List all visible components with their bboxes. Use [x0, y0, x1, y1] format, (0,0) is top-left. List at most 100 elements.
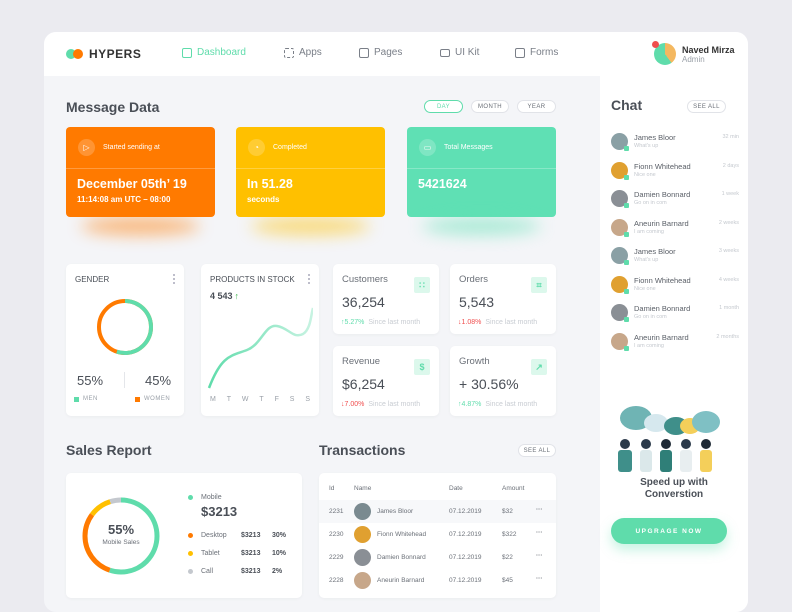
legend-call: Call $3213 2%: [188, 568, 282, 575]
clock-icon: ◔: [248, 139, 265, 156]
mobile-value: $3213: [201, 504, 238, 519]
table-row[interactable]: 2228 Aneurin Barnard 07.12.2019 $45 ···: [319, 569, 556, 592]
card-sub: 11:14:08 am UTC – 08:00: [77, 195, 171, 204]
logo-icon: [66, 49, 83, 59]
men-percent: 55%: [77, 373, 104, 388]
nav-dashboard[interactable]: Dashboard: [182, 47, 246, 58]
range-month-button[interactable]: MONTH: [471, 100, 509, 113]
forms-icon: [515, 47, 525, 58]
avatar: [611, 304, 629, 322]
day-tick: S: [305, 396, 310, 403]
cell-name: Fionn Whitehead: [377, 531, 427, 538]
gender-title: GENDER: [75, 275, 110, 284]
chat-name: Aneurin Barnard: [634, 218, 689, 228]
card-value: December 05th’ 19: [77, 177, 187, 191]
user-menu[interactable]: Naved Mirza Admin: [652, 41, 735, 65]
more-icon[interactable]: [173, 274, 176, 284]
products-stock-card: PRODUCTS IN STOCK 4 543 ↑ M T W T F S S: [201, 264, 319, 416]
chat-item[interactable]: Aneurin Barnard I am coming 2 months: [611, 331, 739, 353]
nav-apps[interactable]: Apps: [284, 47, 322, 58]
cell-name: Aneurin Barnard: [377, 577, 425, 584]
upgrade-now-button[interactable]: UPGRAGE NOW: [611, 518, 727, 544]
avatar: [354, 503, 371, 520]
chat-name: James Bloor: [634, 133, 676, 142]
chat-time: 2 weeks: [718, 219, 739, 226]
chat-time: 1 month: [719, 305, 739, 311]
cell-date: 07.12.2019: [449, 508, 482, 515]
chat-message: Go on in com: [634, 314, 667, 320]
stat-value: $6,254: [342, 376, 385, 392]
chat-item[interactable]: James Bloor What's up 32 min: [611, 131, 739, 153]
dashboard-window: HYPERS Dashboard Apps Pages UI Kit Forms…: [44, 32, 748, 612]
chat-item[interactable]: Damien Bonnard Go on in com 1 month: [611, 302, 739, 324]
table-row[interactable]: 2231 James Bloor 07.12.2019 $32 ···: [319, 500, 556, 523]
sparkline-path: [207, 307, 313, 389]
chat-item[interactable]: James Bloor What's up 3 weeks: [611, 245, 739, 267]
nav-label: Pages: [374, 47, 403, 58]
more-icon[interactable]: ···: [536, 575, 543, 582]
chat-name: Aneurin Barnard: [634, 332, 689, 342]
more-icon[interactable]: [308, 274, 311, 284]
stat-label: Orders: [459, 274, 489, 285]
col-header-date[interactable]: Date: [449, 485, 463, 492]
avatar: [611, 247, 629, 265]
table-row[interactable]: 2229 Damien Bonnard 07.12.2019 $22 ···: [319, 546, 556, 569]
user-avatar: [652, 41, 676, 65]
products-title: PRODUCTS IN STOCK: [210, 275, 295, 284]
avatar: [611, 133, 629, 151]
stat-label: Growth: [459, 356, 490, 367]
chat-item[interactable]: Aneurin Barnard I am coming 2 weeks: [611, 217, 739, 239]
chat-name: Damien Bonnard: [634, 304, 691, 313]
col-header-amount[interactable]: Amount: [502, 485, 524, 492]
top-navbar: HYPERS Dashboard Apps Pages UI Kit Forms…: [44, 32, 748, 76]
avatar: [611, 161, 629, 180]
users-icon: ∷: [414, 277, 430, 293]
main-content: Message Data DAY MONTH YEAR ▷ Started sen…: [44, 76, 600, 612]
day-tick: T: [226, 396, 232, 403]
col-header-name[interactable]: Name: [354, 485, 371, 492]
card-value: 5421624: [418, 177, 467, 191]
more-icon[interactable]: ···: [536, 552, 543, 559]
chat-title: Chat: [611, 97, 643, 113]
chat-message: Go on in com: [634, 200, 667, 206]
cell-id: 2229: [329, 554, 344, 561]
products-sparkline: [207, 307, 313, 389]
day-tick: F: [274, 396, 279, 403]
nav-uikit[interactable]: UI Kit: [440, 47, 479, 58]
chat-message: Nice one: [634, 171, 656, 178]
sales-center-label: Mobile Sales: [102, 539, 140, 546]
range-year-button[interactable]: YEAR: [517, 100, 556, 113]
cell-amount: $322: [502, 531, 517, 538]
cell-date: 07.12.2019: [449, 577, 482, 584]
growth-icon: ↗: [531, 359, 547, 375]
gender-donut: [97, 299, 153, 355]
nav-label: Apps: [299, 47, 322, 58]
table-row[interactable]: 2230 Fionn Whitehead 07.12.2019 $322 ···: [319, 523, 556, 546]
logo[interactable]: HYPERS: [66, 47, 141, 61]
chat-see-all-button[interactable]: SEE ALL: [687, 100, 726, 113]
nav-pages[interactable]: Pages: [359, 47, 402, 58]
more-icon[interactable]: ···: [536, 506, 543, 513]
arrow-up-icon: ↑: [234, 291, 240, 301]
chat-name: Fionn Whitehead: [634, 275, 691, 285]
stat-card-revenue: Revenue $ $6,254 ↓7.00% Since last month: [333, 346, 439, 416]
cell-name: Damien Bonnard: [377, 554, 426, 561]
more-icon[interactable]: ···: [536, 529, 543, 536]
cell-name: James Bloor: [377, 508, 414, 515]
range-day-button[interactable]: DAY: [424, 100, 463, 113]
chat-item[interactable]: Damien Bonnard Go on in com 1 week: [611, 188, 739, 210]
card-label: Started sending at: [103, 144, 160, 151]
legend-tablet: Tablet $3213 10%: [188, 550, 286, 557]
col-header-id[interactable]: Id: [329, 485, 334, 492]
chat-item[interactable]: Fionn Whitehead Nice one 2 days: [611, 160, 739, 182]
cell-amount: $45: [502, 577, 513, 584]
chat-item[interactable]: Fionn Whitehead Nice one 4 weeks: [611, 274, 739, 296]
transactions-see-all-button[interactable]: SEE ALL: [518, 444, 556, 457]
user-name: Naved Mirza: [682, 44, 735, 55]
arrow-up-icon: ↑4.87%: [458, 401, 482, 408]
arrow-down-icon: ↓1.08%: [458, 319, 482, 326]
cell-amount: $32: [502, 508, 513, 515]
avatar: [354, 572, 371, 589]
sales-report-card: 55% Mobile Sales Mobile $3213 Desktop $32…: [66, 473, 302, 598]
nav-forms[interactable]: Forms: [515, 47, 558, 58]
